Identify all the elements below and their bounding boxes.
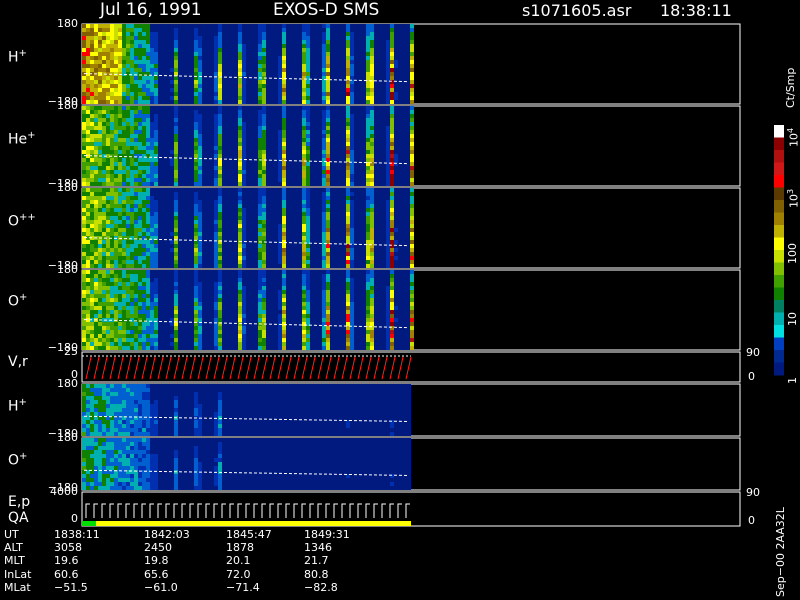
heatmap-panel-6 [82,438,411,490]
info-cell: −51.5 [54,580,88,594]
info-cell: −61.0 [144,580,178,594]
y-tick-top: 25 [64,345,78,358]
info-row-label: ALT [4,541,23,555]
colorbar-swatch [774,312,784,326]
colorbar-swatch [774,350,784,363]
panel-label-3: O+ [8,292,28,310]
colorbar-swatch [774,262,784,276]
info-cell: 19.8 [144,554,169,568]
colorbar-tick: 103 [786,188,800,208]
colorbar-tick: 104 [786,127,800,147]
panel-label-0: H+ [8,48,27,66]
colorbar-swatch [774,362,784,376]
info-row-label: MLT [4,554,25,568]
panel-label-7: E,p [8,494,31,510]
info-cell: 1845:47 [226,528,272,541]
info-cell: 1346 [304,541,332,555]
panel-frame-7 [81,491,741,527]
colorbar-swatch [774,150,784,163]
info-cell: −71.4 [226,580,260,594]
qa-bar-good [82,521,96,526]
info-cell: 19.6 [54,554,79,568]
colorbar-swatch [774,337,784,351]
panel-label-6: O+ [8,451,28,469]
header-time: 18:38:11 [660,1,732,20]
info-cell: −82.8 [304,580,338,594]
colorbar-swatch [774,237,784,251]
info-row-label: UT [4,528,19,541]
header-instrument: EXOS-D SMS [273,0,380,20]
colorbar-tick: 1 [786,377,799,384]
colorbar-swatch [774,137,784,151]
y-right-tick-top: 90 [746,346,760,359]
info-row-label: InLat [4,567,32,581]
y-tick-top: 180 [57,181,78,194]
colorbar-swatch [774,275,784,288]
info-cell: 1878 [226,541,254,555]
colorbar-swatch [774,187,784,201]
y-tick-top: 180 [57,431,78,444]
info-cell: 60.6 [54,567,79,581]
panel-label-5: H+ [8,397,27,415]
info-cell: 3058 [54,541,82,555]
colorbar-swatch [774,300,784,313]
info-cell: 1849:31 [304,528,350,541]
info-cell: 80.8 [304,567,329,581]
heatmap-panel-2 [82,188,414,268]
colorbar-swatch [774,287,784,301]
info-cell: 20.1 [226,554,251,568]
colorbar-swatch [774,212,784,226]
info-cell: 65.6 [144,567,169,581]
header-file: s1071605.asr [522,1,632,20]
info-cell: 1838:11 [54,528,100,541]
colorbar-swatch [774,162,784,176]
info-cell: 1842:03 [144,528,190,541]
y-right-tick-bottom: 0 [748,370,755,383]
y-tick-top: 180 [57,99,78,112]
info-cell: 72.0 [226,567,251,581]
colorbar-swatch [774,225,784,238]
side-note: Sep−00 2AA32L [774,507,787,597]
y-tick-top: 180 [57,377,78,390]
heatmap-panel-5 [82,384,411,436]
info-cell: 2450 [144,541,172,555]
colorbar-tick: 10 [786,312,799,326]
colorbar-tick: 100 [786,243,799,264]
colorbar-swatch [774,325,784,338]
panel-label-1: He+ [8,130,36,148]
panel-label-4: V,r [8,354,28,370]
colorbar-swatch [774,125,784,138]
colorbar [774,125,784,376]
y-right-tick-bottom: 0 [748,514,755,527]
header-date: Jul 16, 1991 [100,0,202,20]
heatmap-panel-3 [82,270,414,350]
info-row-label: MLat [4,580,31,594]
colorbar-swatch [774,200,784,213]
heatmap-panel-1 [82,106,414,186]
y-tick-top: 180 [57,263,78,276]
y-right-tick-top: 90 [746,486,760,499]
chart-canvas [81,23,784,527]
y-tick-top: 180 [57,17,78,30]
colorbar-swatch [774,175,784,188]
qa-bar [96,521,411,526]
panel-label-qa: QA [8,510,29,526]
y-tick-bottom: 0 [71,512,78,525]
colorbar-swatch [774,250,784,263]
panel-label-2: O++ [8,212,36,230]
heatmap-panel-0 [82,24,414,104]
y-tick-top: 4000 [50,485,78,498]
info-cell: 21.7 [304,554,329,568]
colorbar-unit: Ct/Smp [784,67,797,108]
